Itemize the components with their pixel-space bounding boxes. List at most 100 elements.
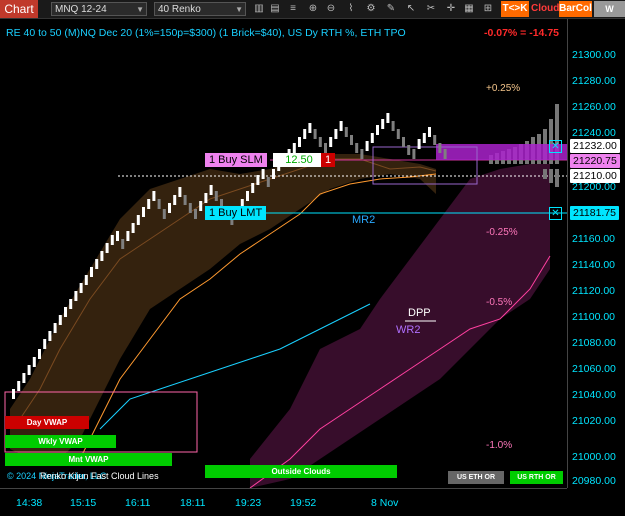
chart-style-icon[interactable]: ▤ [268, 2, 282, 16]
x-tick: 8 Nov [371, 497, 399, 509]
renko-brick [110, 235, 114, 245]
cancel-slm-icon[interactable]: ✕ [549, 140, 562, 153]
renko-brick [407, 145, 411, 155]
wvwap-button[interactable]: W VWA [594, 1, 625, 30]
us-eth-or-button[interactable]: US ETH OR [448, 471, 504, 484]
time-axis[interactable]: 14:38 15:15 16:11 18:11 19:23 19:52 8 No… [0, 488, 567, 516]
instrument-label: MNQ 12-24 [55, 4, 107, 15]
renko-brick [74, 291, 78, 301]
renko-brick [292, 143, 296, 153]
cancel-lmt-icon[interactable]: ✕ [549, 207, 562, 220]
mnt-vwap-button[interactable]: Mnt VWAP [5, 453, 172, 466]
instrument-selector[interactable]: MNQ 12-24 ▼ [51, 2, 147, 16]
wkly-vwap-button[interactable]: Wkly VWAP [5, 435, 116, 448]
drawing-tool-icon[interactable]: ✎ [384, 2, 398, 16]
renko-brick [173, 195, 177, 205]
renko-brick [105, 243, 109, 253]
dpp-label: DPP [408, 307, 431, 319]
renko-brick [329, 137, 333, 147]
properties-icon[interactable]: ≡ [286, 2, 300, 16]
x-tick: 15:15 [70, 497, 97, 509]
slm-price-field[interactable]: 12.50 [273, 153, 325, 167]
bars-icon[interactable]: ▥ [252, 2, 266, 16]
renko-brick [126, 231, 130, 241]
y-tick: 21260.00 [572, 101, 616, 113]
renko-brick [246, 191, 249, 201]
chart-plot-area[interactable]: RE 40 to 50 (M)NQ Dec 20 (1%=150p=$300) … [0, 19, 567, 488]
renko-brick [38, 349, 41, 359]
magenta-profile-band [436, 144, 567, 160]
slm-qty-button[interactable]: 1 [321, 153, 336, 167]
renko-brick [32, 357, 36, 367]
x-tick: 19:23 [235, 497, 262, 509]
chart-title-tab[interactable]: Chart [0, 0, 38, 18]
templates-icon[interactable]: ⊞ [481, 2, 495, 16]
y-tick: 21160.00 [572, 233, 616, 245]
renko-brick [402, 137, 405, 147]
renko-brick [303, 129, 307, 139]
tools-icon[interactable]: ✂ [424, 2, 438, 16]
renko-brick [308, 123, 312, 133]
renko-brick [251, 183, 255, 193]
renko-brick [43, 339, 47, 349]
level-minus-05: -0.5% [486, 297, 513, 308]
price-badge-top: 21232.00 [570, 139, 620, 153]
renko-brick [209, 185, 213, 195]
price-axis[interactable]: 21300.00 21280.00 21260.00 21240.00 2120… [567, 19, 625, 488]
barcol-button[interactable]: BarCol [559, 1, 592, 17]
renko-brick [27, 365, 31, 375]
renko-brick [313, 129, 317, 139]
renko-brick [100, 251, 104, 261]
renko-brick [147, 199, 151, 209]
y-tick: 21120.00 [572, 285, 616, 297]
y-tick: 21100.00 [572, 311, 616, 323]
bar-type-selector[interactable]: 40 Renko ▼ [154, 2, 246, 16]
zoom-in-icon[interactable]: ⊕ [306, 2, 320, 16]
percent-change: -0.07% = -14.75 [483, 27, 559, 39]
tk-button[interactable]: T<>K [501, 1, 529, 17]
renko-brick [136, 215, 140, 225]
renko-brick [22, 373, 26, 383]
outside-clouds-button[interactable]: Outside Clouds [205, 465, 397, 478]
crosshair-icon[interactable]: ✛ [444, 2, 458, 16]
renko-brick [417, 139, 421, 149]
renko-brick [183, 195, 187, 205]
renko-brick [64, 307, 67, 317]
renko-brick [199, 201, 203, 211]
renko-brick [168, 203, 171, 213]
buy-lmt-order[interactable]: 1 Buy LMT [205, 206, 267, 220]
renko-brick [272, 169, 275, 179]
data-box-icon[interactable]: ▦ [462, 2, 476, 16]
renko-brick [350, 135, 353, 145]
renko-brick [17, 381, 21, 391]
level-minus-025: -0.25% [486, 227, 518, 238]
mr2-label: MR2 [352, 214, 376, 226]
renko-brick [433, 135, 437, 145]
strategy-icon[interactable]: ⚙ [364, 2, 378, 16]
zoom-out-icon[interactable]: ⊖ [324, 2, 338, 16]
indicators-icon[interactable]: ⌇ [344, 2, 358, 16]
renko-brick [204, 193, 208, 203]
renko-brick [84, 275, 88, 285]
us-rth-or-button[interactable]: US RTH OR [510, 471, 563, 484]
renko-brick [194, 209, 197, 219]
renko-brick [69, 299, 73, 309]
renko-brick [365, 141, 369, 151]
buy-slm-order[interactable]: 1 Buy SLM [205, 153, 267, 167]
y-tick: 20980.00 [572, 475, 616, 487]
day-vwap-button[interactable]: Day VWAP [5, 416, 89, 429]
renko-brick [344, 127, 348, 137]
renko-brick [95, 259, 99, 269]
x-tick: 16:11 [125, 497, 151, 509]
renko-brick [131, 223, 135, 233]
renko-brick [152, 191, 156, 201]
chart-info-title: RE 40 to 50 (M)NQ Dec 20 (1%=150p=$300) … [6, 27, 406, 39]
renko-brick [116, 231, 119, 241]
renko-brick [334, 129, 338, 139]
cursor-icon[interactable]: ↖ [404, 2, 418, 16]
renko-brick [12, 389, 15, 399]
renko-brick [376, 125, 379, 135]
x-tick: 18:11 [180, 497, 206, 509]
y-tick: 21060.00 [572, 363, 616, 375]
cloud-button[interactable]: Cloud [531, 1, 559, 17]
